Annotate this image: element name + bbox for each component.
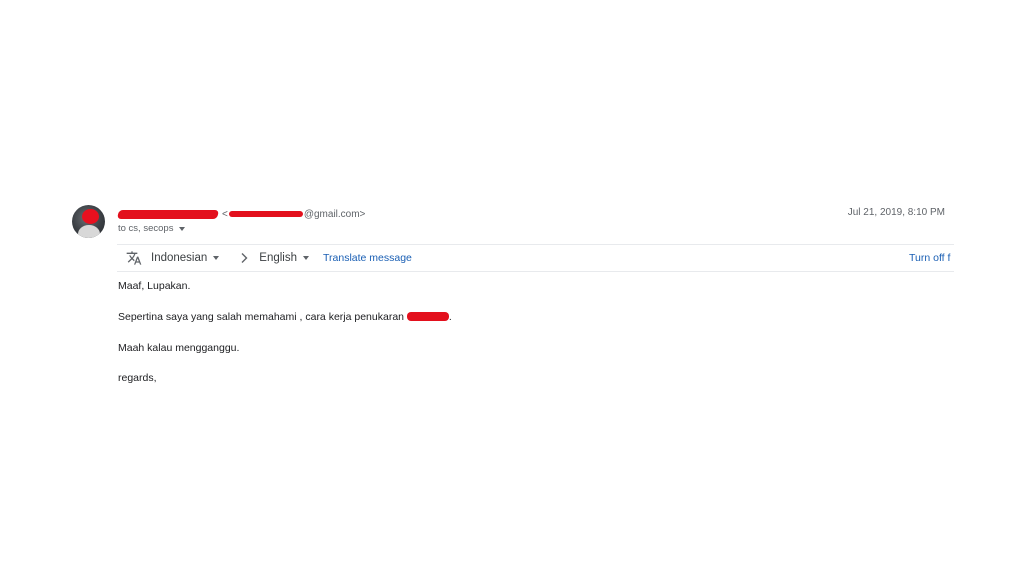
translate-message-link[interactable]: Translate message (323, 252, 412, 264)
chevron-right-icon (241, 253, 248, 263)
avatar-figure (78, 225, 100, 238)
caret-down-icon (213, 256, 220, 260)
sender-name-redaction[interactable] (117, 209, 219, 219)
message-text: . (448, 311, 452, 323)
target-language-label: English (259, 252, 297, 264)
message-line: Maah kalau mengganggu. (118, 342, 240, 354)
avatar-redaction (82, 209, 99, 224)
recipients-toggle[interactable]: to cs, secops (118, 223, 186, 234)
message-line: Sepertina saya yang salah memahami , car… (118, 311, 452, 323)
sender-line: < @gmail.com> (117, 206, 366, 222)
translate-bar: Indonesian English Translate message Tur… (117, 244, 954, 272)
caret-down-icon (303, 256, 309, 260)
recipients-label: to cs, secops (118, 223, 174, 234)
message-date[interactable]: Jul 21, 2019, 8:10 PM (848, 207, 945, 218)
redacted-word (406, 312, 449, 321)
email-view: < @gmail.com> Jul 21, 2019, 8:10 PM to c… (0, 0, 1024, 576)
turn-off-translation-link[interactable]: Turn off f (909, 252, 950, 264)
translate-icon (126, 250, 142, 266)
source-language-select[interactable]: Indonesian (151, 252, 220, 264)
target-language-select[interactable]: English (259, 252, 309, 264)
email-open-bracket: < (222, 208, 228, 220)
sender-email-redaction (228, 211, 303, 217)
caret-down-icon (179, 226, 186, 231)
source-language-label: Indonesian (151, 252, 208, 264)
message-signoff: regards, (118, 372, 157, 384)
sender-email-domain: @gmail.com> (303, 208, 366, 220)
avatar[interactable] (72, 205, 105, 238)
message-text: Sepertina saya yang salah memahami , car… (118, 311, 404, 323)
message-line: Maaf, Lupakan. (118, 280, 191, 292)
